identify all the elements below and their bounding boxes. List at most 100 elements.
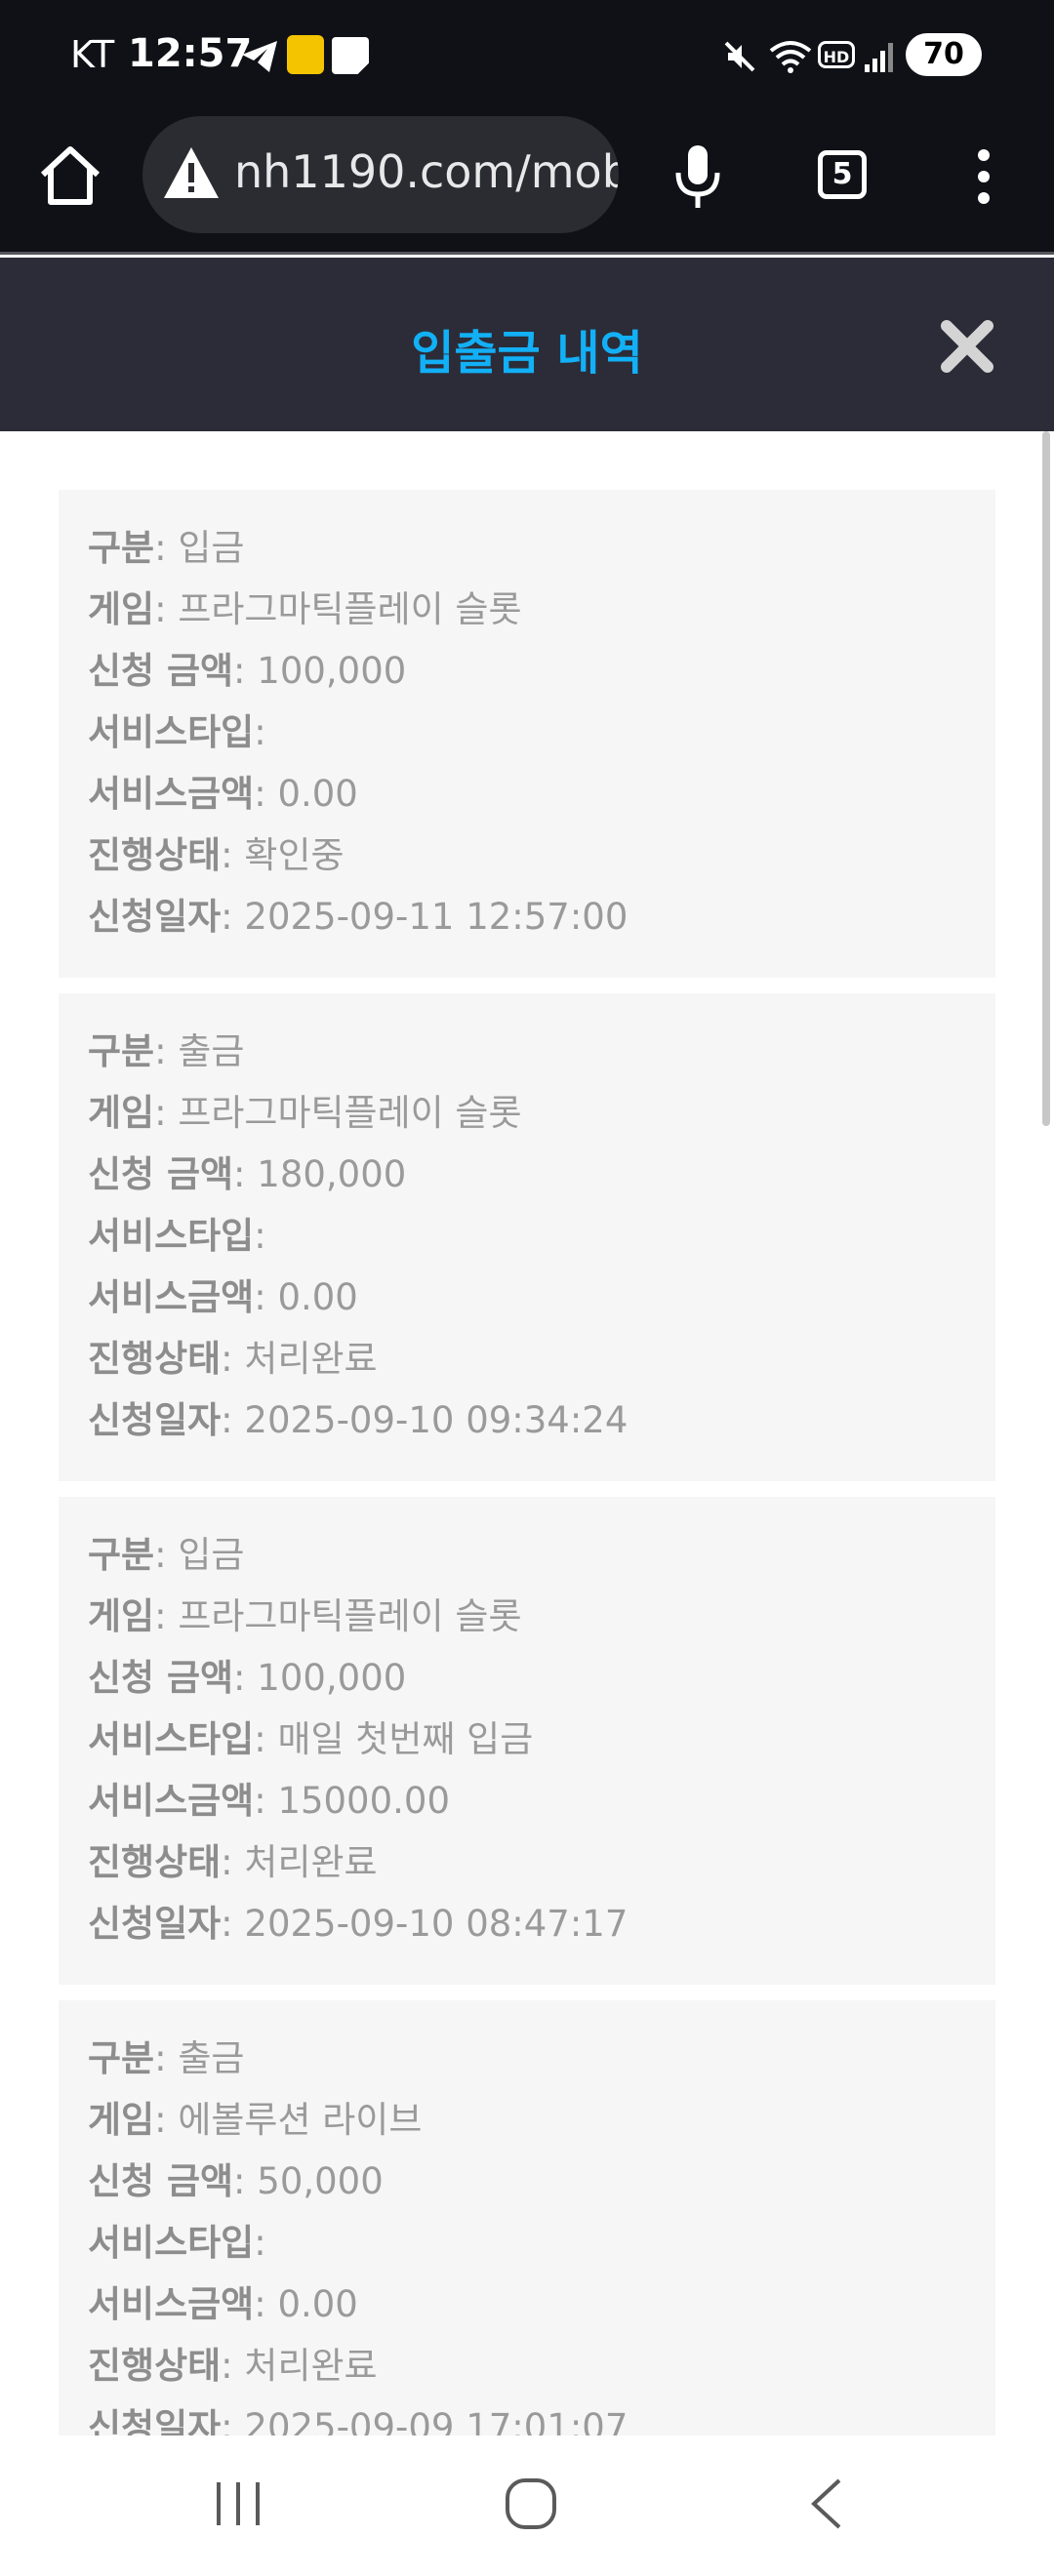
value: 0.00 <box>277 773 358 815</box>
value: 2025-09-10 08:47:17 <box>244 1903 628 1945</box>
row-status: 진행상태: 처리완료 <box>88 2345 378 2387</box>
value: 출금 <box>178 1030 245 1072</box>
hd-voice-icon: HD <box>818 41 855 68</box>
microphone-icon[interactable] <box>667 141 729 212</box>
value: 2025-09-09 17:01:07 <box>244 2406 628 2435</box>
row-service-amount: 서비스금액: 0.00 <box>88 773 358 815</box>
home-icon[interactable] <box>35 141 105 212</box>
row-service-type: 서비스타입: <box>88 2222 266 2264</box>
label: 구분 <box>88 1534 155 1576</box>
transaction-card: 구분: 입금 게임: 프라그마틱플레이 슬롯 신청 금액: 100,000 서비… <box>59 490 995 978</box>
value: 2025-09-10 09:34:24 <box>244 1399 628 1441</box>
value: 0.00 <box>277 2283 358 2325</box>
label: 서비스타입 <box>88 1718 255 1760</box>
transaction-list[interactable]: 구분: 입금 게임: 프라그마틱플레이 슬롯 신청 금액: 100,000 서비… <box>0 431 1054 2435</box>
value: 출금 <box>178 2037 245 2079</box>
not-secure-warning-icon[interactable] <box>162 145 221 200</box>
label: 신청일자 <box>88 1399 222 1441</box>
scrollbar[interactable] <box>1042 431 1050 1126</box>
row-service-amount: 서비스금액: 15000.00 <box>88 1780 450 1822</box>
row-status: 진행상태: 확인중 <box>88 834 345 876</box>
row-date: 신청일자: 2025-09-10 09:34:24 <box>88 1399 628 1441</box>
recent-apps-icon[interactable] <box>209 2475 267 2533</box>
memo-icon <box>332 37 369 74</box>
value: 2025-09-11 12:57:00 <box>244 896 628 938</box>
row-date: 신청일자: 2025-09-09 17:01:07 <box>88 2396 966 2435</box>
label: 게임 <box>88 588 155 630</box>
row-game: 게임: 에볼루션 라이브 <box>88 2099 423 2141</box>
label: 신청 금액 <box>88 650 234 692</box>
row-status: 진행상태: 처리완료 <box>88 1841 378 1883</box>
value: 처리완료 <box>244 1338 378 1380</box>
app-notification-icon <box>287 35 324 74</box>
label: 서비스타입 <box>88 1215 255 1257</box>
label: 신청일자 <box>88 2406 222 2435</box>
label: 진행상태 <box>88 2345 222 2387</box>
row-service-amount: 서비스금액: 0.00 <box>88 1276 358 1318</box>
label: 구분 <box>88 527 155 569</box>
label: 신청일자 <box>88 1903 222 1945</box>
tab-switcher-button[interactable]: 5 <box>818 150 867 199</box>
browser-toolbar: nh1190.com/mobi 5 <box>0 112 1054 255</box>
value: 처리완료 <box>244 2345 378 2387</box>
system-nav-bar <box>0 2435 1054 2576</box>
row-amount: 신청 금액: 100,000 <box>88 650 407 692</box>
address-bar[interactable]: nh1190.com/mobi <box>142 116 619 233</box>
label: 신청 금액 <box>88 2160 234 2202</box>
value: 에볼루션 라이브 <box>178 2099 423 2141</box>
label: 진행상태 <box>88 1338 222 1380</box>
label: 신청일자 <box>88 896 222 938</box>
value: 100,000 <box>257 1657 407 1699</box>
clock: 12:57 <box>128 31 253 76</box>
row-game: 게임: 프라그마틱플레이 슬롯 <box>88 1595 522 1637</box>
value: 처리완료 <box>244 1841 378 1883</box>
row-status: 진행상태: 처리완료 <box>88 1338 378 1380</box>
row-service-type: 서비스타입: <box>88 1215 266 1257</box>
wifi-icon <box>769 41 812 73</box>
value: 0.00 <box>277 1276 358 1318</box>
row-amount: 신청 금액: 100,000 <box>88 1657 407 1699</box>
row-type: 구분: 출금 <box>88 2037 245 2079</box>
url-text: nh1190.com/mobi <box>234 145 619 198</box>
battery-icon: 70 <box>906 33 982 76</box>
back-icon[interactable] <box>798 2475 857 2533</box>
value: 50,000 <box>257 2160 384 2202</box>
status-bar: KT 12:57 HD 70 <box>0 0 1054 112</box>
row-type: 구분: 출금 <box>88 1030 245 1072</box>
row-service-type: 서비스타입: 매일 첫번째 입금 <box>88 1718 534 1760</box>
row-amount: 신청 금액: 180,000 <box>88 1153 407 1195</box>
row-service-type: 서비스타입: <box>88 711 266 753</box>
row-game: 게임: 프라그마틱플레이 슬롯 <box>88 1092 522 1134</box>
row-game: 게임: 프라그마틱플레이 슬롯 <box>88 588 522 630</box>
label: 신청 금액 <box>88 1657 234 1699</box>
value: 180,000 <box>257 1153 407 1195</box>
page-title: 입출금 내역 <box>411 326 643 381</box>
label: 서비스타입 <box>88 2222 255 2264</box>
carrier-label: KT <box>70 33 115 76</box>
row-type: 구분: 입금 <box>88 1534 245 1576</box>
home-nav-icon[interactable] <box>502 2475 560 2533</box>
label: 신청 금액 <box>88 1153 234 1195</box>
close-icon[interactable] <box>939 318 995 375</box>
value: 매일 첫번째 입금 <box>277 1718 534 1760</box>
label: 서비스금액 <box>88 1780 255 1822</box>
label: 구분 <box>88 1030 155 1072</box>
row-type: 구분: 입금 <box>88 527 245 569</box>
label: 서비스금액 <box>88 1276 255 1318</box>
label: 진행상태 <box>88 834 222 876</box>
label: 서비스타입 <box>88 711 255 753</box>
more-options-icon[interactable] <box>966 141 1001 212</box>
battery-level: 70 <box>923 37 964 71</box>
page-header: 입출금 내역 <box>0 258 1054 431</box>
row-date: 신청일자: 2025-09-11 12:57:00 <box>88 896 628 938</box>
row-date: 신청일자: 2025-09-10 08:47:17 <box>88 1903 628 1945</box>
value: 입금 <box>178 527 245 569</box>
value: 15000.00 <box>277 1780 450 1822</box>
value: 입금 <box>178 1534 245 1576</box>
label: 게임 <box>88 1092 155 1134</box>
transaction-card: 구분: 입금 게임: 프라그마틱플레이 슬롯 신청 금액: 100,000 서비… <box>59 1497 995 1985</box>
label: 서비스금액 <box>88 773 255 815</box>
signal-icon <box>865 43 893 72</box>
label: 게임 <box>88 2099 155 2141</box>
transaction-card: 구분: 출금 게임: 프라그마틱플레이 슬롯 신청 금액: 180,000 서비… <box>59 993 995 1481</box>
